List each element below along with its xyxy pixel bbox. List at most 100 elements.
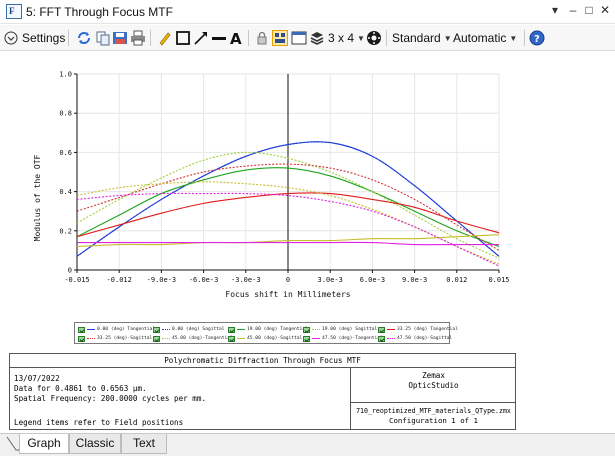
checkbox-checked-icon[interactable] — [378, 335, 385, 342]
checkbox-checked-icon[interactable] — [153, 335, 160, 342]
checkbox-checked-icon[interactable] — [378, 326, 385, 333]
y-tick-label: 0.2 — [59, 227, 72, 235]
legend-item: 47.50 (deg)-Sagittal — [378, 334, 452, 343]
minimize-icon[interactable]: – — [566, 3, 580, 17]
legend-label: 19.00 (deg) Sagittal — [322, 327, 378, 332]
x-tick-label: -9.0e-3 — [147, 276, 177, 284]
svg-text:?: ? — [534, 34, 540, 45]
legend-label: 33.25 (deg) Tangential — [397, 327, 458, 332]
window-icon[interactable] — [291, 30, 307, 46]
y-tick-label: 0.4 — [59, 188, 72, 196]
rectangle-icon[interactable] — [175, 30, 191, 46]
chevron-circle-icon — [4, 31, 18, 45]
legend-line-sample — [312, 329, 320, 330]
legend-item: 33.25 (deg)-Sagittal — [78, 334, 152, 343]
help-icon[interactable]: ? — [529, 30, 545, 46]
legend-item: 33.25 (deg) Tangential — [378, 325, 458, 334]
legend-line-sample — [237, 329, 245, 330]
legend-item: 45.00 (deg)-Tangential — [153, 334, 233, 343]
legend-label: 33.25 (deg)-Sagittal — [97, 336, 153, 341]
info-company-block: Zemax OpticStudio — [351, 371, 516, 391]
legend-line-sample — [237, 338, 245, 339]
toolbar-separator — [524, 30, 525, 46]
line-icon[interactable] — [211, 30, 227, 46]
tab-classic[interactable]: Classic — [69, 434, 121, 454]
y-tick-label: 0.8 — [59, 110, 72, 118]
text-icon[interactable]: A — [228, 30, 244, 46]
pencil-icon[interactable] — [157, 30, 173, 46]
info-file: 710_reoptimized_MTF_materials_QType.zmx — [356, 407, 511, 415]
y-tick-label: 0.6 — [59, 149, 72, 157]
toolbar-separator — [150, 30, 151, 46]
tab-text[interactable]: Text — [121, 434, 167, 454]
legend-label: 47.50 (deg)-Tangential — [322, 336, 383, 341]
legend-line-sample — [387, 329, 395, 330]
info-company: Zemax — [422, 371, 445, 380]
checkbox-checked-icon[interactable] — [153, 326, 160, 333]
checkbox-checked-icon[interactable] — [303, 326, 310, 333]
x-tick-label: 0.015 — [488, 276, 509, 284]
info-data-range: Data for 0.4861 to 0.6563 µm. — [14, 384, 147, 393]
toolbar: Settings A 3 x 4 ▼ Standard ▼ Automatic … — [0, 25, 615, 51]
save-icon[interactable] — [112, 30, 128, 46]
automatic-label: Automatic — [453, 31, 507, 45]
layout-icon[interactable] — [272, 30, 288, 46]
automatic-dropdown[interactable]: Automatic ▼ — [453, 29, 517, 47]
standard-dropdown[interactable]: Standard ▼ — [392, 29, 452, 47]
refresh-icon[interactable] — [76, 30, 92, 46]
info-details: 13/07/2022 Data for 0.4861 to 0.6563 µm.… — [14, 374, 344, 404]
checkbox-checked-icon[interactable] — [228, 326, 235, 333]
x-tick-label: 3.0e-3 — [318, 276, 343, 284]
y-tick-label: 1.0 — [59, 71, 72, 79]
info-divider — [350, 402, 516, 403]
copy-icon[interactable] — [95, 30, 111, 46]
close-icon[interactable]: ✕ — [598, 3, 612, 17]
legend-label: 45.00 (deg)-Tangential — [172, 336, 233, 341]
toolbar-separator — [68, 30, 69, 46]
checkbox-checked-icon[interactable] — [228, 335, 235, 342]
zemax-f-icon: F — [6, 4, 22, 19]
caret-down-icon: ▼ — [443, 33, 452, 43]
legend-item: 0.00 (deg) Sagittal — [153, 325, 225, 334]
caret-down-icon: ▼ — [357, 33, 365, 43]
x-tick-label: -0.012 — [107, 276, 132, 284]
mtf-chart: -0.015 -0.012 -9.0e-3 -6.0e-3 -3.0e-3 0 3.0e-3… — [2, 53, 613, 353]
x-tick-label: 0 — [286, 276, 290, 284]
grid-size-dropdown[interactable]: 3 x 4 ▼ — [328, 29, 365, 47]
checkbox-checked-icon[interactable] — [78, 335, 85, 342]
legend-item: 19.00 (deg) Tangential — [228, 325, 308, 334]
info-config: Configuration 1 of 1 — [389, 416, 478, 425]
y-tick-label: 0 — [68, 267, 72, 275]
checkbox-checked-icon[interactable] — [78, 326, 85, 333]
line-arrow-icon[interactable] — [193, 30, 209, 46]
toolbar-separator — [386, 30, 387, 46]
layers-icon[interactable] — [309, 30, 325, 46]
legend-item: 19.00 (deg) Sagittal — [303, 325, 377, 334]
info-title: Polychromatic Diffraction Through Focus … — [10, 354, 515, 368]
legend-item: 45.00 (deg)-Sagittal — [228, 334, 302, 343]
checkbox-checked-icon[interactable] — [303, 335, 310, 342]
settings-button[interactable]: Settings — [4, 29, 65, 47]
x-tick-label: -6.0e-3 — [189, 276, 219, 284]
lock-icon[interactable] — [254, 30, 270, 46]
tab-corner-icon — [6, 436, 19, 451]
title-bar: F 5: FFT Through Focus MTF ▾ – □ ✕ — [0, 0, 615, 24]
chevron-down-icon[interactable]: ▾ — [548, 3, 562, 17]
settings-label: Settings — [22, 31, 66, 45]
tab-bar: Graph Classic Text — [0, 433, 615, 456]
settings-circle-icon[interactable] — [366, 30, 382, 46]
legend-line-sample — [87, 338, 95, 339]
info-panel: Polychromatic Diffraction Through Focus … — [9, 353, 516, 430]
maximize-icon[interactable]: □ — [582, 3, 596, 17]
legend-label: 47.50 (deg)-Sagittal — [397, 336, 453, 341]
legend-line-sample — [312, 338, 320, 339]
x-tick-label: -0.015 — [64, 276, 89, 284]
legend-label: 0.00 (deg) Sagittal — [172, 327, 225, 332]
caret-down-icon: ▼ — [509, 33, 518, 43]
tab-graph[interactable]: Graph — [19, 434, 69, 454]
y-axis-label: Modulus of the OTF — [33, 154, 42, 241]
print-icon[interactable] — [130, 30, 146, 46]
legend-label: 45.00 (deg)-Sagittal — [247, 336, 303, 341]
x-tick-label: 0.012 — [446, 276, 467, 284]
legend-label: 19.00 (deg) Tangential — [247, 327, 308, 332]
